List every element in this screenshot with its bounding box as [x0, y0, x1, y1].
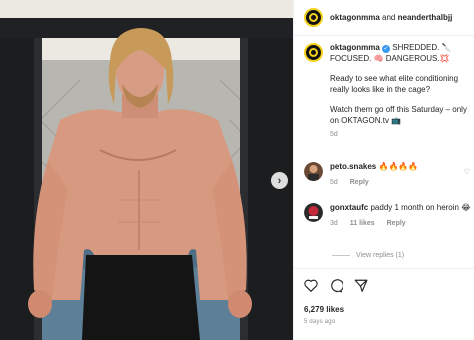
caption-line-2: FOCUSED. 🧠 DANGEROUS.💢 [330, 53, 450, 63]
send-icon[interactable] [354, 279, 368, 295]
comment-age: 5d [330, 179, 338, 186]
post-caption: oktagonmma ✓ SHREDDED. 🔪 FOCUSED. 🧠 DANG… [304, 43, 474, 141]
comment-item: peto.snakes 🔥🔥🔥🔥 5d Reply ♡ [304, 162, 474, 188]
commenter-avatar[interactable] [304, 162, 323, 181]
coauthor-link[interactable]: neanderthalbjj [398, 13, 453, 22]
likes-count[interactable]: 6,279 likes [304, 305, 344, 314]
reply-button[interactable]: Reply [387, 220, 406, 227]
caption-age: 5d [330, 131, 338, 138]
post-authors: oktagonmma and neanderthalbjj [330, 13, 452, 22]
caption-paragraph-3: Watch them go off this Saturday – only o… [330, 105, 467, 125]
caption-author[interactable]: oktagonmma [330, 43, 380, 52]
comment-user[interactable]: gonxtaufc [330, 203, 368, 212]
comment-user[interactable]: peto.snakes [330, 162, 376, 171]
heart-icon[interactable] [304, 279, 318, 295]
caption-line-1: SHREDDED. 🔪 [392, 43, 452, 52]
comment-age: 3d [330, 220, 338, 227]
caption-author-avatar[interactable] [304, 43, 323, 62]
author-link[interactable]: oktagonmma [330, 13, 380, 22]
comment-icon[interactable] [329, 279, 344, 295]
verified-badge-icon: ✓ [382, 45, 391, 53]
comment-likes[interactable]: 11 likes [350, 220, 375, 227]
view-replies-button[interactable]: View replies (1) [332, 252, 404, 259]
caption-paragraph-2: Ready to see what elite conditioning rea… [330, 74, 459, 94]
post-sidebar: oktagonmma and neanderthalbjj oktagonmma… [293, 0, 474, 340]
post-header: oktagonmma and neanderthalbjj [294, 0, 474, 36]
commenter-avatar[interactable] [304, 203, 323, 222]
post-viewer: › oktagonmma and neanderthalbjj oktagonm… [0, 0, 474, 340]
next-photo-button[interactable]: › [271, 172, 288, 189]
author-avatar[interactable] [304, 8, 323, 27]
chevron-right-icon: › [277, 174, 282, 187]
comment-text: 🔥🔥🔥🔥 [378, 162, 419, 171]
comment-text: paddy 1 month on heroin 😂 [370, 203, 471, 212]
comment-like-icon[interactable]: ♡ [464, 168, 470, 176]
post-actions: 6,279 likes 5 days ago [294, 268, 474, 340]
reply-button[interactable]: Reply [350, 179, 369, 186]
post-photo[interactable]: › [0, 0, 293, 340]
post-timestamp: 5 days ago [304, 319, 336, 325]
authors-connector: and [382, 13, 396, 22]
fighter-photo [0, 0, 293, 340]
comment-item: gonxtaufc paddy 1 month on heroin 😂 3d 1… [304, 203, 474, 229]
caption-body: oktagonmma ✓ SHREDDED. 🔪 FOCUSED. 🧠 DANG… [330, 43, 474, 141]
view-replies-label: View replies (1) [356, 252, 405, 259]
